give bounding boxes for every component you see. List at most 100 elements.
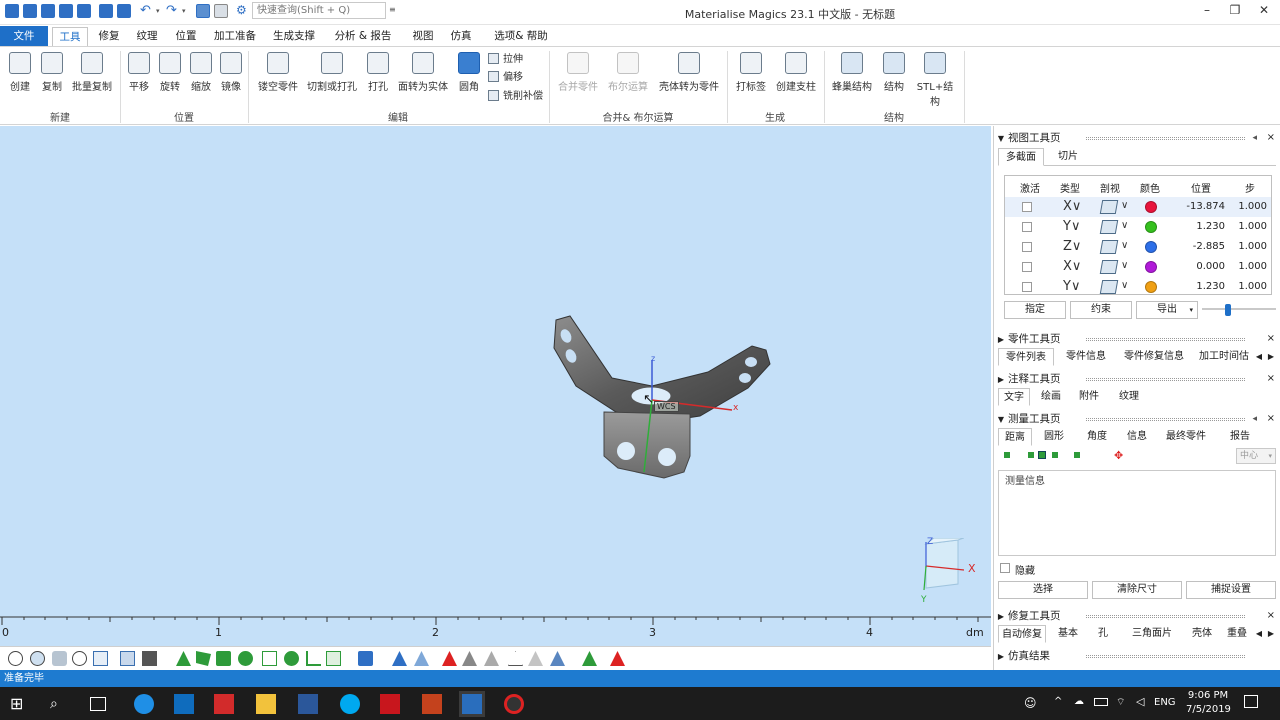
section-view-icon[interactable]: [1099, 220, 1119, 234]
open-file-icon[interactable]: [23, 4, 37, 18]
tab-distance[interactable]: 距离: [998, 428, 1032, 446]
copy-button[interactable]: 复制: [37, 52, 67, 93]
mark-contour-icon[interactable]: [508, 651, 523, 666]
hide-checkbox[interactable]: [1000, 563, 1010, 573]
tab-circle[interactable]: 圆形: [1036, 428, 1072, 446]
scroll-left-icon[interactable]: ◀: [1254, 625, 1264, 643]
surface-tool-icon[interactable]: [1052, 452, 1058, 458]
repair-toolpage-header[interactable]: ▶ 修复工具页 ×: [994, 608, 1280, 624]
undo-icon[interactable]: ↶: [140, 3, 151, 18]
minimize-icon[interactable]: –: [1197, 3, 1217, 19]
measure-toolpage-header[interactable]: ▼ 测量工具页 ◂ ×: [994, 411, 1280, 427]
expand-icon[interactable]: ▶: [994, 649, 1008, 665]
scale-button[interactable]: 缩放: [187, 52, 215, 93]
invert-marking-icon[interactable]: [462, 651, 477, 666]
extrude-button[interactable]: 拉伸: [488, 52, 523, 68]
snap-mode-select[interactable]: 中心 ▾: [1236, 448, 1276, 464]
active-checkbox[interactable]: [1022, 282, 1032, 292]
snap-settings-button[interactable]: 捕捉设置: [1186, 581, 1276, 599]
cloud-icon[interactable]: ☁: [1074, 696, 1084, 707]
section-step[interactable]: 1.000: [1227, 201, 1267, 212]
bracket-part[interactable]: [553, 315, 771, 479]
chevron-down-icon[interactable]: ∨: [1121, 200, 1128, 211]
action-center-icon[interactable]: [1244, 695, 1258, 708]
part-toolpage-header[interactable]: ▶ 零件工具页 ×: [994, 331, 1280, 347]
tab-file[interactable]: 文件: [0, 26, 48, 46]
fillet-button[interactable]: 圆角: [455, 52, 483, 93]
acrobat-icon[interactable]: [380, 694, 400, 714]
section-color-swatch[interactable]: [1145, 261, 1157, 273]
expand-marking-icon[interactable]: [484, 651, 499, 666]
mark-triangle-icon[interactable]: [392, 651, 407, 666]
batch-copy-button[interactable]: 批量复制: [70, 52, 114, 93]
axis-type-select[interactable]: Z∨: [1063, 239, 1081, 254]
pin-icon[interactable]: ◂: [1252, 411, 1257, 427]
tab-drawing[interactable]: 绘画: [1034, 388, 1068, 406]
section-view-icon[interactable]: [1099, 200, 1119, 214]
surface-to-solid-button[interactable]: 面转为实体: [396, 52, 450, 93]
perforate-button[interactable]: 打孔: [364, 52, 392, 93]
tab-holes[interactable]: 孔: [1090, 625, 1116, 643]
close-icon[interactable]: ×: [1267, 371, 1275, 387]
import-icon[interactable]: [41, 4, 55, 18]
tab-shells[interactable]: 壳体: [1184, 625, 1220, 643]
save-as-icon[interactable]: [77, 4, 91, 18]
tab-view[interactable]: 视图: [406, 27, 440, 45]
restore-icon[interactable]: ❐: [1225, 3, 1245, 19]
mark-plane-icon[interactable]: [414, 651, 429, 666]
mark-shell-icon[interactable]: [528, 651, 543, 666]
volume-icon[interactable]: ◁: [1136, 695, 1144, 708]
mark-surface-icon[interactable]: [550, 651, 565, 666]
view-cube-icon[interactable]: [93, 651, 108, 666]
select-surface-icon[interactable]: [196, 651, 211, 666]
save-part-icon[interactable]: [99, 4, 113, 18]
structure-button[interactable]: 结构: [880, 52, 908, 93]
taskbar-clock[interactable]: 9:06 PM 7/5/2019: [1186, 689, 1231, 717]
task-view-icon[interactable]: [90, 697, 106, 711]
powerpoint-icon[interactable]: [422, 694, 442, 714]
zoom-window-icon[interactable]: [30, 651, 45, 666]
export-button[interactable]: 导出 ▾: [1136, 301, 1198, 319]
section-row[interactable]: X∨ ∨ 0.000 1.000: [1005, 257, 1271, 277]
magics-taskbar-icon[interactable]: [459, 691, 485, 717]
expand-icon[interactable]: ▶: [994, 332, 1008, 348]
shaded-view-icon[interactable]: [142, 651, 157, 666]
clear-dimensions-button[interactable]: 清除尺寸: [1092, 581, 1182, 599]
redo-dropdown-icon[interactable]: ▾: [182, 7, 186, 15]
3d-viewport[interactable]: z x WCS ↖ Z X Y: [0, 126, 991, 646]
tab-info[interactable]: 信息: [1120, 428, 1154, 446]
orientation-cube[interactable]: [918, 537, 965, 596]
stl-structure-button[interactable]: STL+结构: [912, 52, 958, 108]
box-select-icon[interactable]: [262, 651, 277, 666]
tab-basic[interactable]: 基本: [1052, 625, 1084, 643]
line-tool-icon[interactable]: [1028, 452, 1034, 458]
label-button[interactable]: 打标签: [733, 52, 769, 93]
collapse-icon[interactable]: ▼: [994, 131, 1008, 147]
pin-icon[interactable]: ◂: [1252, 130, 1257, 146]
tab-text[interactable]: 文字: [998, 388, 1030, 406]
redo-icon[interactable]: ↷: [166, 3, 177, 18]
tab-report[interactable]: 报告: [1220, 428, 1260, 446]
tab-triangles[interactable]: 三角面片: [1122, 625, 1182, 643]
assign-button[interactable]: 指定: [1004, 301, 1066, 319]
section-color-swatch[interactable]: [1145, 281, 1157, 293]
axis-type-select[interactable]: X∨: [1063, 199, 1081, 214]
mirror-button[interactable]: 镜像: [217, 52, 245, 93]
chevron-down-icon[interactable]: ∨: [1121, 220, 1128, 231]
point-tool-icon[interactable]: [1004, 452, 1010, 458]
select-button[interactable]: 选择: [998, 581, 1088, 599]
tab-auto-fix[interactable]: 自动修复: [998, 625, 1046, 643]
active-checkbox[interactable]: [1022, 202, 1032, 212]
quick-search-input[interactable]: 快速查询(Shift + Q): [252, 2, 386, 19]
axis-type-select[interactable]: Y∨: [1063, 279, 1080, 294]
recorder-icon[interactable]: [504, 694, 524, 714]
section-step[interactable]: 1.000: [1227, 261, 1267, 272]
active-checkbox[interactable]: [1022, 262, 1032, 272]
translate-button[interactable]: 平移: [125, 52, 153, 93]
tab-slice[interactable]: 切片: [1048, 148, 1088, 166]
tab-final-part[interactable]: 最终零件: [1156, 428, 1216, 446]
close-icon[interactable]: ×: [1267, 130, 1275, 146]
triangle-mode-icon[interactable]: [582, 651, 597, 666]
close-icon[interactable]: ×: [1267, 608, 1275, 624]
scroll-left-icon[interactable]: ◀: [1254, 348, 1264, 366]
